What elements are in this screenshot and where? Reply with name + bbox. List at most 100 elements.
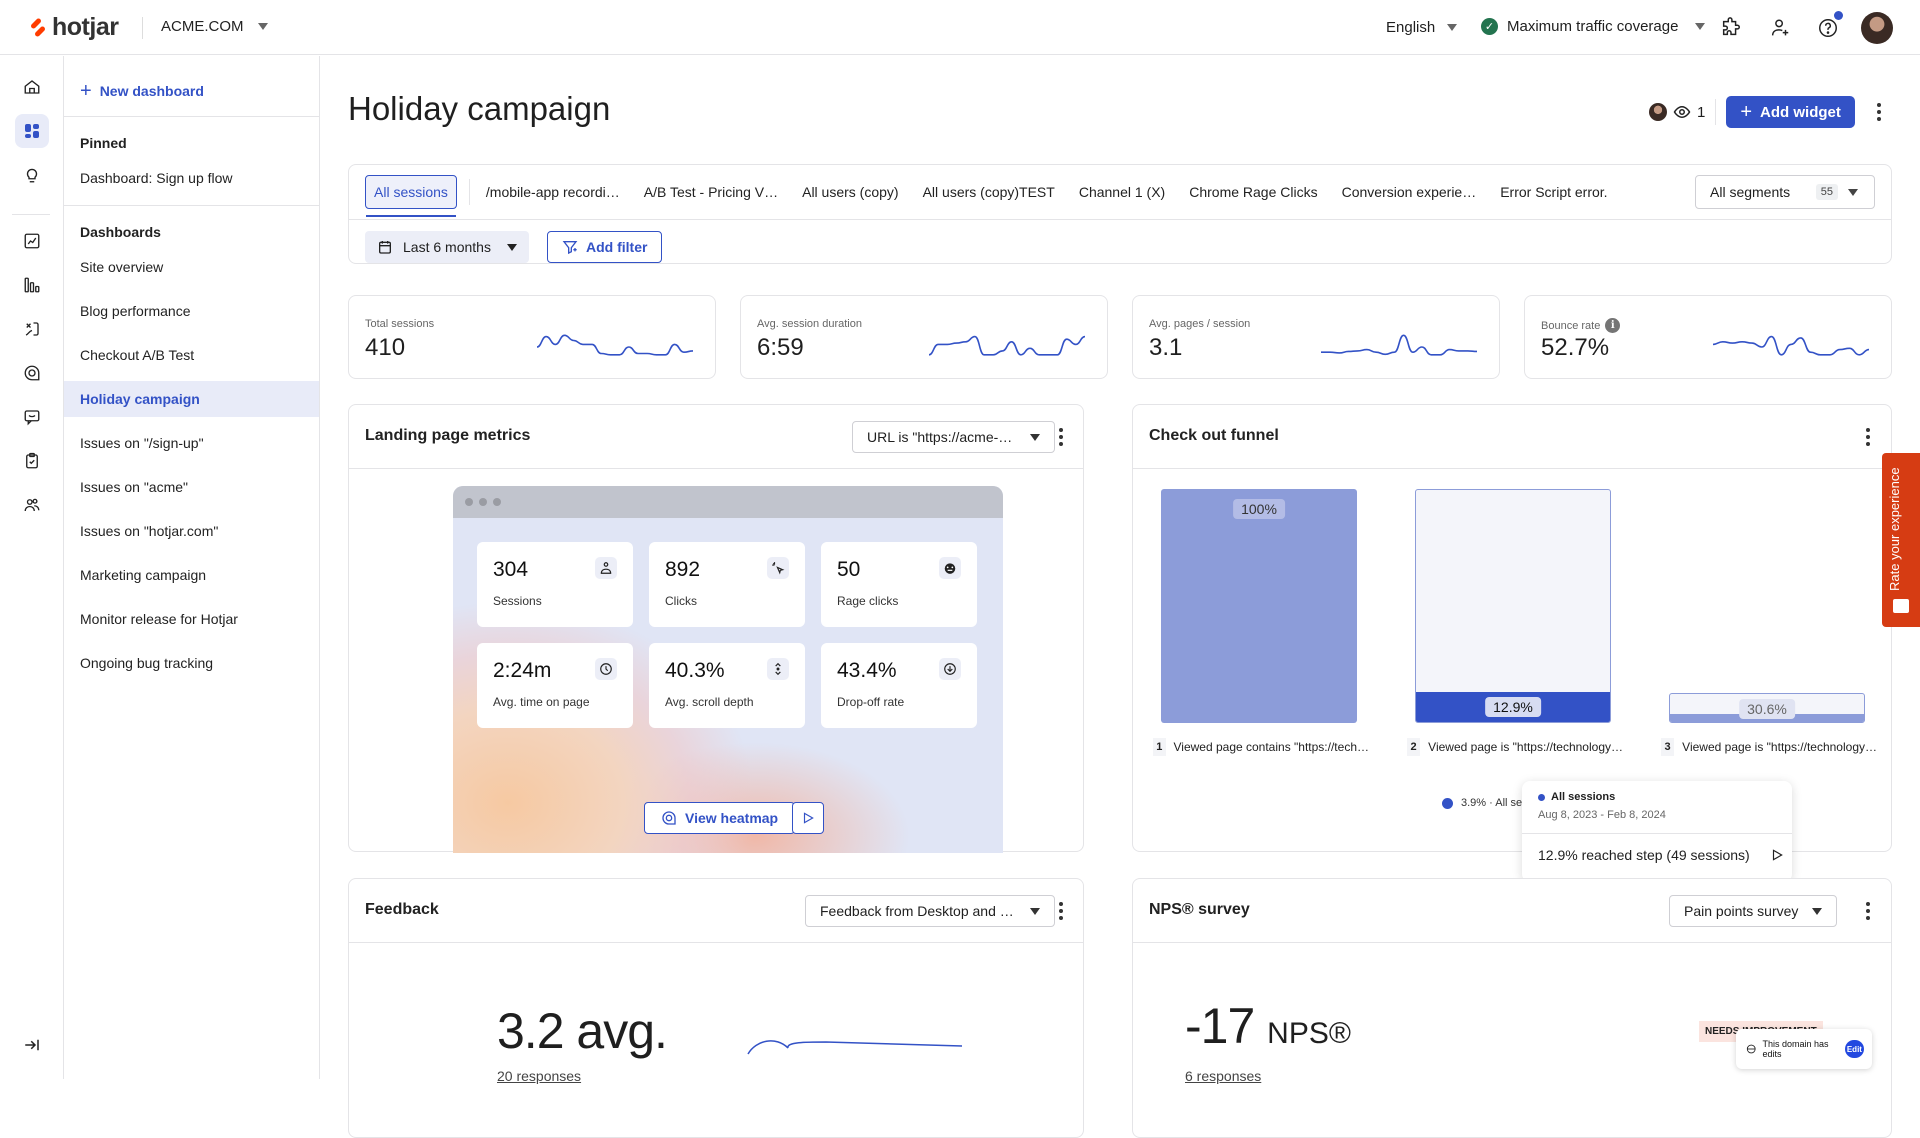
nav-item-dashboard[interactable]: Checkout A/B Test bbox=[64, 337, 319, 373]
kpi-card[interactable]: Total sessions 410 bbox=[348, 295, 716, 379]
feedback-filter-label: Feedback from Desktop and … bbox=[820, 903, 1014, 919]
tab-segment[interactable]: Channel 1 (X) bbox=[1067, 175, 1177, 209]
nav-item-dashboard[interactable]: Monitor release for Hotjar bbox=[64, 601, 319, 637]
viewers-indicator[interactable]: 1 bbox=[1649, 103, 1705, 121]
edit-button[interactable]: Edit bbox=[1844, 1040, 1864, 1058]
tab-segment-active[interactable]: All sessions bbox=[365, 175, 457, 217]
hotjar-logo[interactable]: hotjar bbox=[30, 13, 119, 42]
tab-segment[interactable]: Chrome Rage Clicks bbox=[1177, 175, 1329, 209]
tooltip-body: 12.9% reached step (49 sessions) bbox=[1538, 847, 1750, 863]
interviews-icon[interactable] bbox=[15, 488, 49, 522]
add-filter-label: Add filter bbox=[586, 239, 648, 255]
add-filter-button[interactable]: Add filter bbox=[547, 231, 663, 263]
kpi-sparkline bbox=[928, 335, 1086, 356]
url-filter-dropdown[interactable]: URL is "https://acme-… bbox=[852, 421, 1055, 453]
nav-item-label: Ongoing bug tracking bbox=[80, 655, 214, 671]
feedback-source-dropdown[interactable]: Feedback from Desktop and … bbox=[805, 895, 1055, 927]
tab-segment[interactable]: A/B Test - Pricing V… bbox=[632, 175, 790, 209]
nav-item-dashboard[interactable]: Blog performance bbox=[64, 293, 319, 329]
kpi-sparkline bbox=[1712, 335, 1870, 356]
info-icon[interactable]: i bbox=[1605, 318, 1621, 333]
new-dashboard-button[interactable]: + New dashboard bbox=[80, 81, 204, 101]
nps-responses-link[interactable]: 6 responses bbox=[1185, 1068, 1261, 1084]
nav-item-dashboard[interactable]: Issues on "acme" bbox=[64, 469, 319, 505]
more-options-icon[interactable] bbox=[1869, 100, 1889, 124]
feedback-widget: Feedback Feedback from Desktop and … 3.2… bbox=[348, 878, 1084, 1138]
invite-user-icon[interactable] bbox=[1767, 15, 1793, 41]
kpi-value: 6:59 bbox=[757, 334, 804, 361]
widget-title: Landing page metrics bbox=[365, 427, 531, 444]
funnels-icon[interactable] bbox=[15, 268, 49, 302]
funnel-bar[interactable]: 12.9% bbox=[1415, 489, 1611, 723]
insights-icon[interactable] bbox=[15, 158, 49, 192]
notification-dot bbox=[1834, 11, 1843, 20]
play-recordings-button[interactable] bbox=[792, 802, 824, 834]
nav-item-dashboard[interactable]: Issues on "/sign-up" bbox=[64, 425, 319, 461]
kpi-card[interactable]: Avg. session duration 6:59 bbox=[740, 295, 1108, 379]
home-icon[interactable] bbox=[15, 70, 49, 104]
widget-title: Check out funnel bbox=[1149, 427, 1279, 444]
metric-tile: 892 Clicks bbox=[649, 542, 805, 627]
tab-segment[interactable]: Error Script error. bbox=[1488, 175, 1619, 209]
recordings-icon[interactable] bbox=[15, 312, 49, 346]
funnel-bar[interactable]: 30.6% bbox=[1669, 693, 1865, 723]
segment-tabs: All sessions /mobile-app recordi… A/B Te… bbox=[365, 175, 1620, 217]
feedback-icon[interactable] bbox=[15, 400, 49, 434]
widget-more-icon[interactable] bbox=[1858, 899, 1878, 923]
widget-more-icon[interactable] bbox=[1051, 899, 1071, 923]
nav-item-label: Issues on "hotjar.com" bbox=[80, 523, 219, 539]
widget-more-icon[interactable] bbox=[1858, 425, 1878, 449]
dashboards-heading: Dashboards bbox=[80, 224, 161, 240]
nav-item-dashboard[interactable]: Ongoing bug tracking bbox=[64, 645, 319, 681]
chevron-down-icon bbox=[506, 243, 517, 251]
tab-segment[interactable]: /mobile-app recordi… bbox=[474, 175, 632, 209]
tab-segment[interactable]: All users (copy)TEST bbox=[911, 175, 1067, 209]
metric-value: 304 bbox=[493, 558, 529, 581]
kpi-card[interactable]: Avg. pages / session 3.1 bbox=[1132, 295, 1500, 379]
surveys-icon[interactable] bbox=[15, 444, 49, 478]
nav-item-label: Blog performance bbox=[80, 303, 191, 319]
kpi-card[interactable]: Bounce rate i 52.7% bbox=[1524, 295, 1892, 379]
trends-icon[interactable] bbox=[15, 224, 49, 258]
add-widget-button[interactable]: + Add widget bbox=[1726, 96, 1855, 128]
nav-item-dashboard[interactable]: Issues on "hotjar.com" bbox=[64, 513, 319, 549]
user-avatar[interactable] bbox=[1861, 12, 1893, 44]
nav-item-pinned[interactable]: Dashboard: Sign up flow bbox=[64, 160, 319, 196]
metric-value: 40.3% bbox=[665, 659, 725, 682]
url-filter-label: URL is "https://acme-… bbox=[867, 429, 1013, 445]
domain-edits-popup: This domain has edits Edit bbox=[1736, 1029, 1872, 1069]
language-selector[interactable]: English bbox=[1386, 19, 1458, 36]
dashboards-icon[interactable] bbox=[15, 114, 49, 148]
domain-edits-text: This domain has edits bbox=[1762, 1039, 1829, 1059]
date-range-dropdown[interactable]: Last 6 months bbox=[365, 231, 529, 263]
nav-item-dashboard[interactable]: Marketing campaign bbox=[64, 557, 319, 593]
site-selector[interactable]: ACME.COM bbox=[161, 18, 268, 35]
tab-label: Conversion experie… bbox=[1341, 184, 1477, 200]
viewer-avatar bbox=[1649, 103, 1667, 121]
heatmaps-icon[interactable] bbox=[15, 356, 49, 390]
widget-more-icon[interactable] bbox=[1051, 425, 1071, 449]
all-segments-dropdown[interactable]: All segments 55 bbox=[1695, 175, 1875, 209]
users-icon bbox=[595, 557, 617, 579]
nav-item-dashboard[interactable]: Site overview bbox=[64, 249, 319, 285]
tab-segment[interactable]: Conversion experie… bbox=[1330, 175, 1489, 209]
collapse-sidebar-icon[interactable] bbox=[15, 1028, 49, 1062]
view-heatmap-button[interactable]: View heatmap bbox=[644, 802, 796, 834]
survey-dropdown[interactable]: Pain points survey bbox=[1669, 895, 1838, 927]
tooltip-segment: All sessions bbox=[1551, 791, 1616, 803]
feedback-responses-link[interactable]: 20 responses bbox=[497, 1068, 581, 1084]
tab-label: All sessions bbox=[374, 184, 448, 200]
traffic-coverage-selector[interactable]: ✓ Maximum traffic coverage bbox=[1481, 18, 1706, 35]
kpi-label: Avg. pages / session bbox=[1149, 318, 1251, 330]
tab-label: All users (copy)TEST bbox=[922, 184, 1055, 200]
nav-item-dashboard-active[interactable]: Holiday campaign bbox=[64, 381, 319, 417]
rate-experience-tab[interactable]: Rate your experience bbox=[1882, 453, 1920, 627]
help-icon[interactable] bbox=[1815, 11, 1843, 41]
metric-label: Sessions bbox=[493, 594, 542, 608]
new-dashboard-label: New dashboard bbox=[99, 83, 204, 99]
divider bbox=[349, 219, 1891, 220]
funnel-bar[interactable]: 100% bbox=[1161, 489, 1357, 723]
integrations-icon[interactable] bbox=[1718, 15, 1744, 41]
tab-segment[interactable]: All users (copy) bbox=[790, 175, 910, 209]
play-icon[interactable] bbox=[1770, 848, 1784, 862]
